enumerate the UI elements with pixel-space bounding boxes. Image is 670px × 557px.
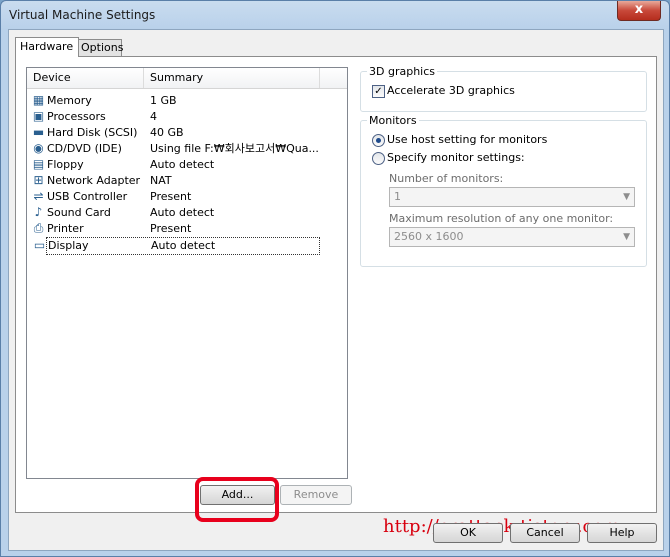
- num-monitors-value: 1: [394, 190, 401, 203]
- device-list-header: Device Summary: [27, 68, 347, 89]
- column-header-summary[interactable]: Summary: [144, 68, 320, 88]
- floppy-icon: ▤: [32, 157, 45, 171]
- ok-button[interactable]: OK: [433, 523, 503, 543]
- dialog-client-area: Hardware Options Device Summary ▦ Memory…: [8, 29, 664, 551]
- num-monitors-select[interactable]: 1 ▼: [389, 187, 635, 207]
- device-summary: 40 GB: [150, 126, 184, 139]
- specify-monitor-radio[interactable]: [372, 152, 385, 165]
- device-list[interactable]: Device Summary ▦ Memory 1 GB ▣ Processor…: [26, 67, 348, 479]
- device-summary: 1 GB: [150, 94, 177, 107]
- device-row-cd-dvd[interactable]: ◉ CD/DVD (IDE) Using file F:₩회사보고서₩Qua..…: [29, 141, 319, 157]
- max-resolution-select[interactable]: 2560 x 1600 ▼: [389, 227, 635, 247]
- accelerate-3d-checkbox[interactable]: ✓: [372, 85, 385, 98]
- device-row-floppy[interactable]: ▤ Floppy Auto detect: [29, 157, 319, 173]
- close-icon: x: [634, 2, 644, 17]
- device-name: Memory: [47, 94, 92, 107]
- display-icon: ▭: [33, 238, 46, 252]
- processor-icon: ▣: [32, 109, 45, 123]
- title-bar[interactable]: Virtual Machine Settings x: [1, 1, 669, 29]
- device-summary: Present: [150, 222, 192, 235]
- device-name: USB Controller: [47, 190, 128, 203]
- device-name: Hard Disk (SCSI): [47, 126, 138, 139]
- tab-hardware[interactable]: Hardware: [15, 37, 79, 57]
- cancel-button[interactable]: Cancel: [510, 523, 580, 543]
- device-row-display[interactable]: ▭ Display Auto detect: [34, 237, 320, 255]
- max-resolution-value: 2560 x 1600: [394, 230, 464, 243]
- hardware-panel: Device Summary ▦ Memory 1 GB ▣ Processor…: [15, 56, 657, 522]
- add-device-button[interactable]: Add...: [200, 485, 275, 505]
- network-adapter-icon: ⊞: [33, 173, 44, 187]
- vm-settings-window: Virtual Machine Settings x Hardware Opti…: [0, 0, 670, 557]
- device-summary: 4: [150, 110, 157, 123]
- group-legend-3d: 3D graphics: [367, 65, 437, 78]
- help-button[interactable]: Help: [587, 523, 657, 543]
- device-summary: Using file F:₩회사보고서₩Qua...: [150, 142, 319, 155]
- device-name: Network Adapter: [47, 174, 141, 187]
- device-summary: Auto detect: [150, 158, 215, 171]
- device-name: Display: [48, 239, 89, 252]
- device-row-processors[interactable]: ▣ Processors 4: [29, 109, 319, 125]
- hard-disk-icon: ▬: [32, 125, 45, 139]
- device-summary: Auto detect: [150, 206, 215, 219]
- max-resolution-label: Maximum resolution of any one monitor:: [389, 212, 614, 225]
- specify-monitor-label[interactable]: Specify monitor settings:: [387, 151, 525, 164]
- tab-options[interactable]: Options: [76, 39, 123, 56]
- window-title: Virtual Machine Settings: [9, 8, 156, 22]
- use-host-setting-radio[interactable]: [372, 134, 385, 147]
- printer-icon: ⎙: [33, 221, 44, 235]
- group-3d-graphics: 3D graphics ✓ Accelerate 3D graphics: [360, 65, 647, 112]
- device-name: Printer: [47, 222, 84, 235]
- accelerate-3d-label[interactable]: Accelerate 3D graphics: [387, 84, 515, 97]
- memory-icon: ▦: [32, 93, 45, 107]
- num-monitors-label: Number of monitors:: [389, 172, 504, 185]
- device-name: Sound Card: [47, 206, 111, 219]
- group-legend-monitors: Monitors: [367, 114, 419, 127]
- device-row-hard-disk[interactable]: ▬ Hard Disk (SCSI) 40 GB: [29, 125, 319, 141]
- device-summary: Auto detect: [151, 239, 216, 252]
- device-name: Processors: [47, 110, 106, 123]
- column-header-device[interactable]: Device: [27, 68, 144, 88]
- device-summary: Present: [150, 190, 192, 203]
- device-row-sound-card[interactable]: ♪ Sound Card Auto detect: [29, 205, 319, 221]
- chevron-down-icon: ▼: [623, 192, 630, 202]
- remove-device-button[interactable]: Remove: [280, 485, 352, 505]
- device-summary: NAT: [150, 174, 172, 187]
- device-name: Floppy: [47, 158, 84, 171]
- usb-controller-icon: ⇌: [33, 189, 44, 203]
- group-monitors: Monitors Use host setting for monitors S…: [360, 114, 647, 267]
- device-row-printer[interactable]: ⎙ Printer Present: [29, 221, 319, 237]
- device-row-usb-controller[interactable]: ⇌ USB Controller Present: [29, 189, 319, 205]
- use-host-setting-label[interactable]: Use host setting for monitors: [387, 133, 547, 146]
- device-row-network-adapter[interactable]: ⊞ Network Adapter NAT: [29, 173, 319, 189]
- close-button[interactable]: x: [617, 1, 661, 21]
- chevron-down-icon: ▼: [623, 232, 630, 242]
- device-name: CD/DVD (IDE): [47, 142, 122, 155]
- device-row-memory[interactable]: ▦ Memory 1 GB: [29, 93, 319, 109]
- cd-dvd-icon: ◉: [33, 141, 44, 155]
- sound-card-icon: ♪: [34, 205, 43, 219]
